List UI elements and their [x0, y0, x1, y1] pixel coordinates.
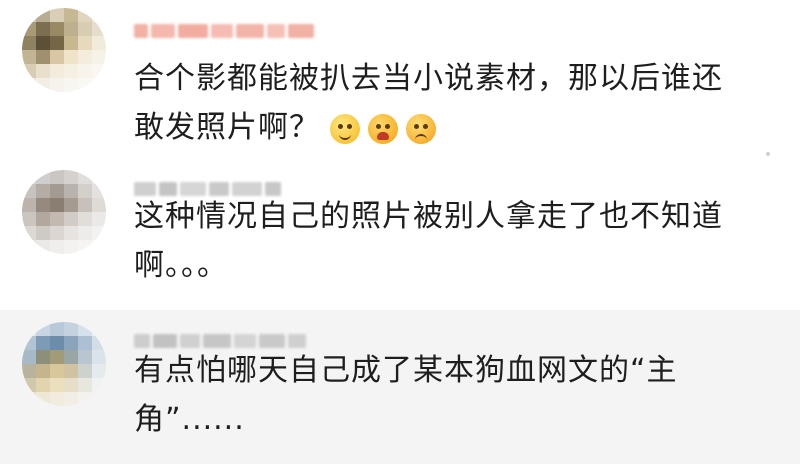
comment-item[interactable]: 这种情况自己的照片被别人拿走了也不知道 啊。。。	[0, 160, 800, 310]
comment-text: 合个影都能被扒去当小说素材，那以后谁还 敢发照片啊？	[134, 54, 764, 152]
divider-dot	[766, 152, 770, 156]
comment-list: 合个影都能被扒去当小说素材，那以后谁还 敢发照片啊？ 这种情况自己的照片被别人拿…	[0, 0, 800, 464]
angry-icon	[406, 113, 436, 144]
comment-text-line: 这种情况自己的照片被别人拿走了也不知道	[134, 199, 723, 234]
comment-item[interactable]: 有点怕哪天自己成了某本狗血网文的“主 角”......	[0, 310, 800, 464]
emoji-group	[330, 113, 436, 144]
avatar[interactable]	[22, 170, 106, 254]
comment-text-line: 啊。。。	[134, 248, 228, 283]
comment-text: 有点怕哪天自己成了某本狗血网文的“主 角”......	[134, 346, 764, 444]
comment-text-line: 合个影都能被扒去当小说素材，那以后谁还	[134, 61, 723, 96]
cry-icon	[368, 113, 398, 144]
comment-text-line: 有点怕哪天自己成了某本狗血网文的“主	[134, 353, 678, 388]
avatar[interactable]	[22, 322, 106, 406]
avatar[interactable]	[22, 8, 106, 92]
comment-text: 这种情况自己的照片被别人拿走了也不知道 啊。。。	[134, 192, 764, 290]
smile-icon	[330, 113, 360, 144]
comment-item[interactable]: 合个影都能被扒去当小说素材，那以后谁还 敢发照片啊？	[0, 0, 800, 160]
comment-text-line: 敢发照片啊？	[134, 110, 320, 145]
username-blurred[interactable]	[134, 22, 314, 40]
comment-text-line: 角”......	[134, 402, 245, 437]
